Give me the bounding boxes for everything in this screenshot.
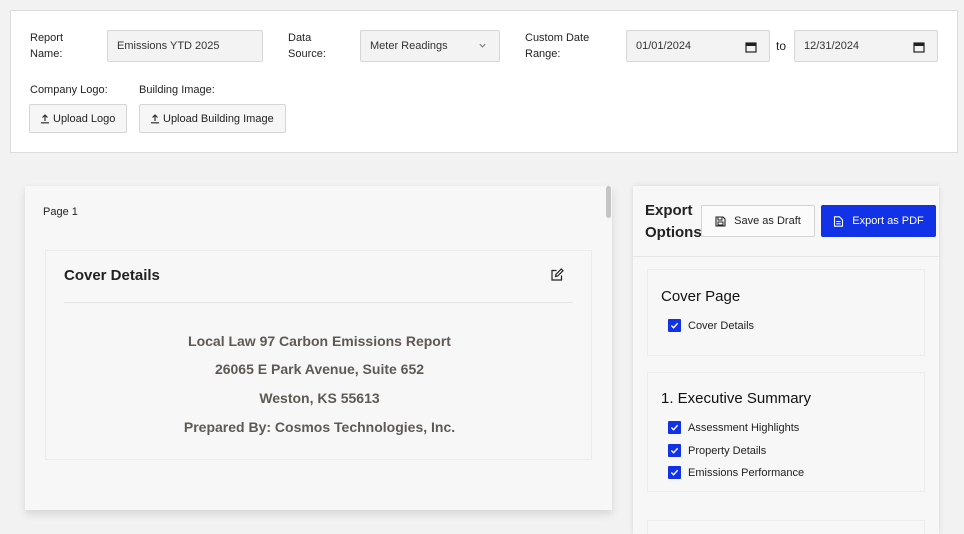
date-range-to-label: to — [776, 39, 787, 53]
upload-logo-button[interactable]: Upload Logo — [29, 104, 127, 133]
checkbox-label: Assessment Highlights — [688, 421, 800, 434]
section-title: Cover Page — [661, 288, 741, 305]
upload-building-image-label: Upload Building Image — [163, 112, 274, 125]
calendar-icon[interactable] — [745, 41, 757, 53]
data-source-select[interactable]: Meter Readings — [360, 30, 500, 62]
divider — [64, 302, 573, 303]
cover-page-section: Cover Page Cover Details — [647, 269, 925, 356]
chevron-down-icon — [479, 43, 486, 48]
checkbox-label: Property Details — [688, 444, 767, 457]
report-name-label: Report Name: — [30, 32, 64, 60]
edit-icon[interactable] — [550, 268, 564, 282]
calendar-icon[interactable] — [913, 41, 925, 53]
divider — [633, 256, 939, 257]
date-to-input[interactable]: 12/31/2024 — [794, 30, 938, 62]
checkbox-label: Emissions Performance — [688, 466, 805, 479]
company-logo-label: Company Logo: — [30, 84, 108, 96]
upload-icon — [151, 113, 159, 123]
date-range-label: Custom Date Range: — [525, 32, 590, 60]
checkbox[interactable] — [668, 466, 681, 479]
report-settings-panel: Report Name: Emissions YTD 2025 Data Sou… — [10, 10, 958, 153]
report-name-value: Emissions YTD 2025 — [117, 40, 220, 52]
upload-building-image-button[interactable]: Upload Building Image — [139, 104, 286, 133]
check-icon — [670, 469, 679, 476]
save-draft-label: Save as Draft — [734, 215, 801, 227]
cover-prepared-by: Prepared By: Cosmos Technologies, Inc. — [183, 419, 456, 435]
export-options-panel: Export Options Save as Draft Export as P… — [633, 186, 939, 534]
cover-city-line: Weston, KS 55613 — [259, 390, 380, 406]
save-icon — [715, 215, 726, 227]
date-to-value: 12/31/2024 — [804, 40, 860, 52]
export-pdf-button[interactable]: Export as PDF — [821, 205, 936, 237]
cover-report-title: Local Law 97 Carbon Emissions Report — [188, 333, 451, 349]
cover-address-line: 26065 E Park Avenue, Suite 652 — [214, 361, 425, 377]
save-draft-button[interactable]: Save as Draft — [701, 205, 815, 237]
checkbox-assessment-highlights[interactable]: Assessment Highlights — [668, 421, 799, 434]
executive-summary-section: 1. Executive Summary Assessment Highligh… — [647, 372, 925, 492]
check-icon — [670, 322, 679, 329]
checkbox-label: Cover Details — [688, 319, 755, 332]
upload-logo-label: Upload Logo — [53, 112, 116, 125]
page-label: Page 1 — [43, 206, 78, 218]
data-source-label: Data Source: — [288, 32, 326, 60]
checkbox[interactable] — [668, 444, 681, 457]
checkbox[interactable] — [668, 319, 681, 332]
checkbox-property-details[interactable]: Property Details — [668, 444, 766, 457]
checkbox[interactable] — [668, 421, 681, 434]
report-preview: Page 1 Cover Details Local Law 97 Carbon… — [25, 186, 612, 510]
report-name-input[interactable]: Emissions YTD 2025 — [107, 30, 263, 62]
document-icon — [834, 215, 844, 227]
check-icon — [670, 447, 679, 454]
date-from-input[interactable]: 01/01/2024 — [626, 30, 770, 62]
cover-details-card: Cover Details Local Law 97 Carbon Emissi… — [45, 250, 592, 460]
building-image-label: Building Image: — [139, 84, 215, 96]
checkbox-emissions-performance[interactable]: Emissions Performance — [668, 466, 804, 479]
checkbox-cover-details[interactable]: Cover Details — [668, 319, 754, 332]
cover-details-title: Cover Details — [64, 267, 160, 284]
data-source-value: Meter Readings — [370, 40, 448, 52]
next-section — [647, 520, 925, 534]
export-pdf-label: Export as PDF — [852, 215, 924, 227]
scrollbar-thumb[interactable] — [606, 186, 611, 218]
section-title: 1. Executive Summary — [661, 390, 812, 407]
date-from-value: 01/01/2024 — [636, 40, 692, 52]
upload-icon — [41, 113, 49, 123]
check-icon — [670, 424, 679, 431]
